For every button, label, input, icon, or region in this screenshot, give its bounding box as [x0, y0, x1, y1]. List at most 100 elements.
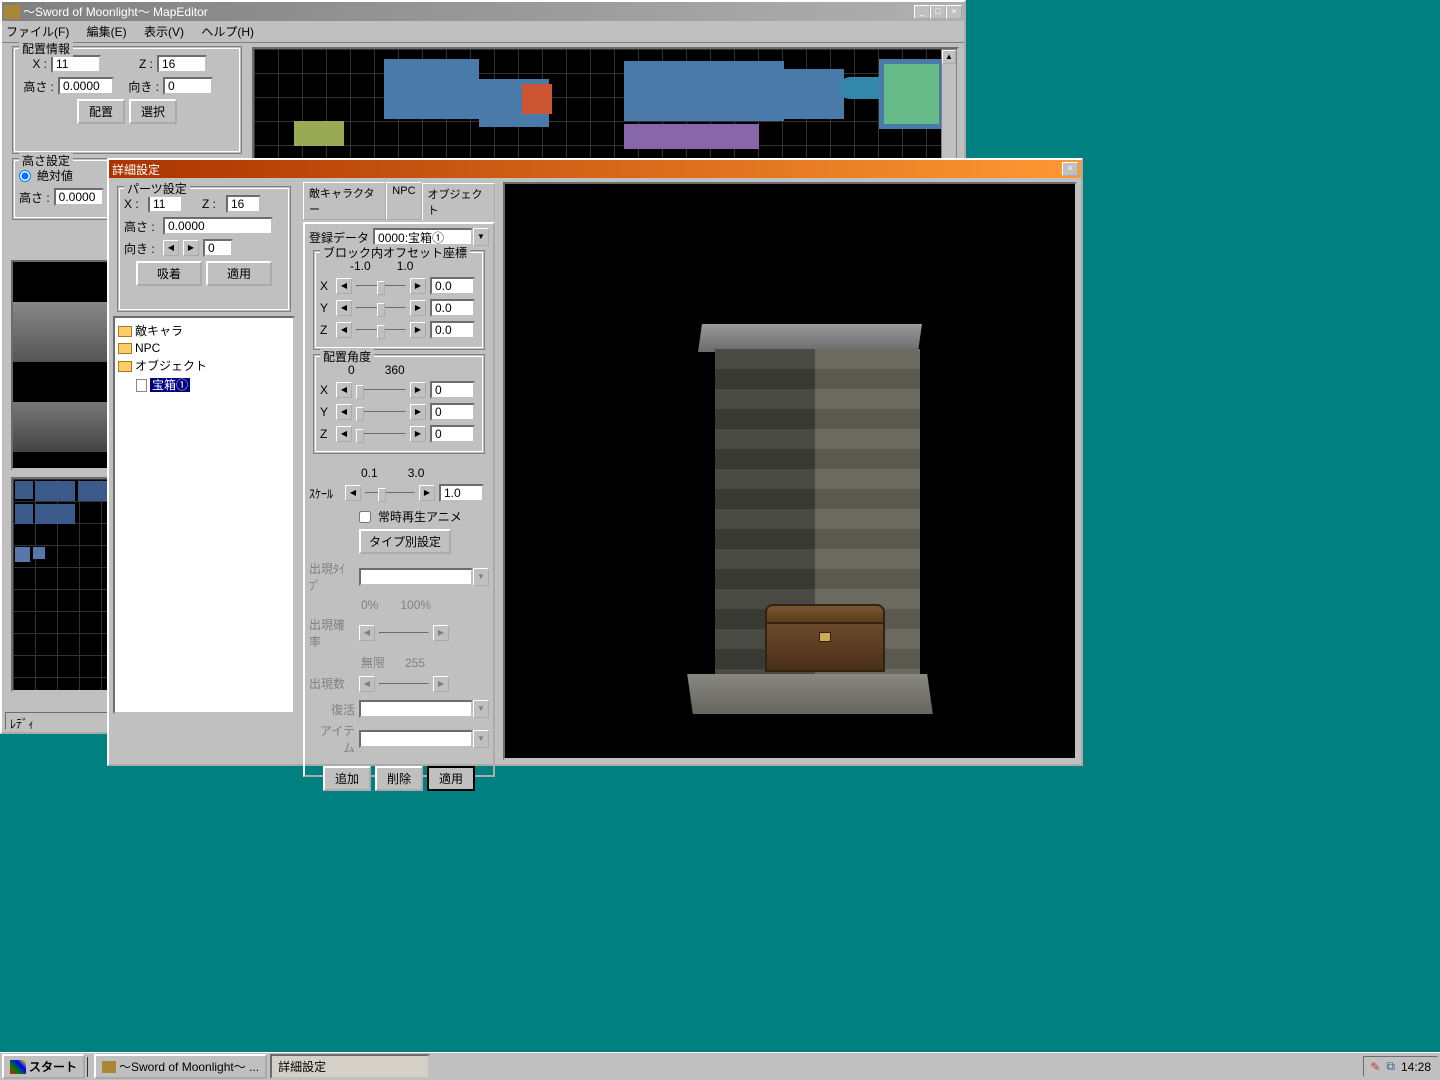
tab-npc[interactable]: NPC — [386, 182, 421, 220]
parts-x-label: X : — [124, 197, 144, 211]
offset-y-slider[interactable] — [356, 301, 406, 315]
angle-y-input[interactable] — [430, 403, 475, 421]
item-combo — [359, 730, 473, 748]
maximize-button[interactable]: □ — [930, 5, 946, 19]
parts-dir-input[interactable] — [203, 239, 233, 257]
dir-label: 向き : — [124, 78, 159, 95]
appeartype-dropdown: ▼ — [473, 568, 489, 586]
tray-pen-icon[interactable]: ✎ — [1370, 1060, 1380, 1074]
angle-x-left[interactable]: ◀ — [336, 382, 352, 398]
z-label: Z : — [125, 57, 153, 71]
angle-y-right[interactable]: ▶ — [410, 404, 426, 420]
offset-y-right[interactable]: ▶ — [410, 300, 426, 316]
parts-h-input[interactable] — [163, 217, 273, 235]
menu-help[interactable]: ヘルプ(H) — [201, 25, 254, 39]
angle-z-left[interactable]: ◀ — [336, 426, 352, 442]
scale-left[interactable]: ◀ — [345, 485, 361, 501]
object-tree[interactable]: 敵キャラ NPC オブジェクト 宝箱① — [113, 316, 295, 714]
select-button[interactable]: 選択 — [129, 99, 177, 124]
offset-z-input[interactable] — [430, 321, 475, 339]
tree-enemy-folder[interactable]: 敵キャラ — [118, 321, 290, 340]
menu-edit[interactable]: 編集(E) — [87, 25, 127, 39]
parts-x-input[interactable] — [148, 195, 183, 213]
delete-button[interactable]: 削除 — [375, 766, 423, 791]
angle-title: 配置角度 — [320, 348, 374, 365]
tree-chest-item[interactable]: 宝箱① — [136, 375, 290, 394]
dir-input[interactable] — [163, 77, 213, 95]
x-input[interactable] — [51, 55, 101, 73]
offset-z-left[interactable]: ◀ — [336, 322, 352, 338]
offset-x-input[interactable] — [430, 277, 475, 295]
taskbar-item-mapeditor[interactable]: ～Sword of Moonlight～ ... — [94, 1054, 267, 1079]
offset-y-input[interactable] — [430, 299, 475, 317]
angle-z-input[interactable] — [430, 425, 475, 443]
count-right: ▶ — [433, 676, 449, 692]
scale-max: 3.0 — [408, 466, 425, 480]
dir-right-button[interactable]: ▶ — [183, 240, 199, 256]
count-max: 255 — [405, 656, 425, 670]
heightset-title: 高さ設定 — [19, 152, 73, 169]
parts-apply-button[interactable]: 適用 — [206, 261, 272, 286]
tree-npc-folder[interactable]: NPC — [118, 340, 290, 356]
angle-x-input[interactable] — [430, 381, 475, 399]
appeartype-combo — [359, 568, 473, 586]
placement-title: 配置情報 — [19, 40, 73, 57]
tab-enemy[interactable]: 敵キャラクター — [303, 182, 386, 220]
app-icon — [4, 5, 20, 19]
tray-network-icon[interactable]: ⧉ — [1386, 1059, 1395, 1074]
offset-y-left[interactable]: ◀ — [336, 300, 352, 316]
absolute-radio[interactable] — [19, 170, 31, 182]
place-button[interactable]: 配置 — [77, 99, 125, 124]
offset-x-right[interactable]: ▶ — [410, 278, 426, 294]
menu-view[interactable]: 表示(V) — [144, 25, 184, 39]
prob-right: ▶ — [433, 625, 449, 641]
anim-checkbox[interactable] — [359, 511, 371, 523]
offset-z-slider[interactable] — [356, 323, 406, 337]
dir-left-button[interactable]: ◀ — [163, 240, 179, 256]
regdata-dropdown-button[interactable]: ▼ — [473, 228, 489, 246]
count-min: 無限 — [361, 654, 385, 671]
close-button[interactable]: × — [946, 5, 962, 19]
detail-titlebar[interactable]: 詳細設定 × — [109, 160, 1081, 178]
menu-file[interactable]: ファイル(F) — [6, 25, 69, 39]
offset-z-right[interactable]: ▶ — [410, 322, 426, 338]
apply-button[interactable]: 適用 — [427, 766, 475, 791]
z-input[interactable] — [157, 55, 207, 73]
main-titlebar: ～Sword of Moonlight～ MapEditor _ □ × — [2, 2, 964, 21]
taskbar: スタート ～Sword of Moonlight～ ... 詳細設定 ✎ ⧉ 1… — [0, 1052, 1440, 1080]
angle-z-slider[interactable] — [356, 427, 406, 441]
minimize-button[interactable]: _ — [914, 5, 930, 19]
3d-preview-viewport[interactable] — [503, 182, 1077, 760]
angle-y-slider[interactable] — [356, 405, 406, 419]
folder-icon — [118, 361, 132, 372]
parts-title: パーツ設定 — [124, 180, 190, 197]
scale-slider[interactable] — [365, 486, 415, 500]
hset-height-input[interactable] — [54, 188, 104, 206]
taskbar-item-detail[interactable]: 詳細設定 — [270, 1054, 430, 1079]
parts-z-label: Z : — [202, 197, 222, 211]
height-input[interactable] — [58, 77, 114, 95]
typeset-button[interactable]: タイプ別設定 — [359, 529, 451, 554]
parts-z-input[interactable] — [226, 195, 261, 213]
add-button[interactable]: 追加 — [323, 766, 371, 791]
detail-close-button[interactable]: × — [1062, 162, 1078, 176]
scale-right[interactable]: ▶ — [419, 485, 435, 501]
scroll-up-icon[interactable]: ▲ — [942, 50, 956, 64]
offset-x-slider[interactable] — [356, 279, 406, 293]
angle-min: 0 — [348, 363, 355, 377]
revive-combo — [359, 700, 473, 718]
angle-z-right[interactable]: ▶ — [410, 426, 426, 442]
system-tray[interactable]: ✎ ⧉ 14:28 — [1363, 1056, 1438, 1077]
angle-x-slider[interactable] — [356, 383, 406, 397]
start-button[interactable]: スタート — [2, 1054, 85, 1079]
offset-max: 1.0 — [397, 259, 414, 273]
scale-input[interactable] — [439, 484, 484, 502]
angle-y-left[interactable]: ◀ — [336, 404, 352, 420]
placement-info-group: 配置情報 X : Z : 高さ : 向き : 配置 選択 — [12, 46, 242, 154]
angle-x-right[interactable]: ▶ — [410, 382, 426, 398]
tree-object-folder[interactable]: オブジェクト — [118, 356, 290, 375]
angle-group: 配置角度 0 360 X◀▶ Y◀▶ Z◀▶ — [313, 354, 485, 454]
offset-x-left[interactable]: ◀ — [336, 278, 352, 294]
snap-button[interactable]: 吸着 — [136, 261, 202, 286]
tab-object[interactable]: オブジェクト — [422, 183, 495, 221]
